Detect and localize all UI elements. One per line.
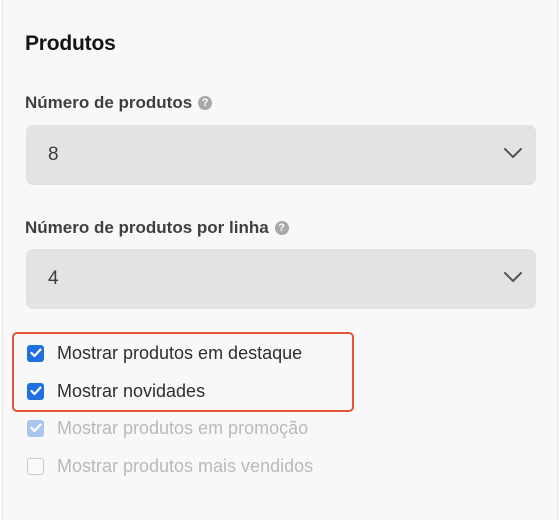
checkbox-row-best-sellers: Mostrar produtos mais vendidos [27,455,313,477]
new-products-checkbox-label: Mostrar novidades [57,380,206,401]
checkmark-icon [29,348,42,358]
checkbox-row-promotion: Mostrar produtos em promoção [27,417,308,439]
new-products-checkbox[interactable] [27,382,44,400]
checkmark-icon [29,386,42,396]
section-title: Produtos [25,32,116,55]
chevron-down-icon [504,272,522,282]
promotion-checkbox [27,419,44,437]
help-icon[interactable]: ? [198,96,213,110]
best-sellers-checkbox [27,457,44,475]
chevron-down-icon [504,148,522,158]
featured-checkbox-label: Mostrar produtos em destaque [57,342,303,363]
products-count-label-text: Número de produtos [25,93,193,112]
help-icon[interactable]: ? [274,221,289,235]
checkmark-icon [29,423,42,433]
products-settings-panel: Produtos Número de produtos ? 8 Número d… [2,0,558,520]
products-per-row-label-text: Número de produtos por linha [25,218,269,237]
promotion-checkbox-label: Mostrar produtos em promoção [57,417,309,438]
products-per-row-select[interactable]: 4 [26,249,536,309]
products-count-select[interactable]: 8 [26,125,536,185]
checkbox-row-new[interactable]: Mostrar novidades [27,380,205,402]
products-count-label: Número de produtos ? [25,93,213,113]
featured-checkbox[interactable] [27,344,44,362]
products-per-row-value: 4 [48,268,59,289]
best-sellers-checkbox-label: Mostrar produtos mais vendidos [57,455,314,476]
products-count-value: 8 [48,144,59,165]
checkbox-row-featured[interactable]: Mostrar produtos em destaque [27,342,302,364]
products-per-row-label: Número de produtos por linha ? [25,218,289,238]
